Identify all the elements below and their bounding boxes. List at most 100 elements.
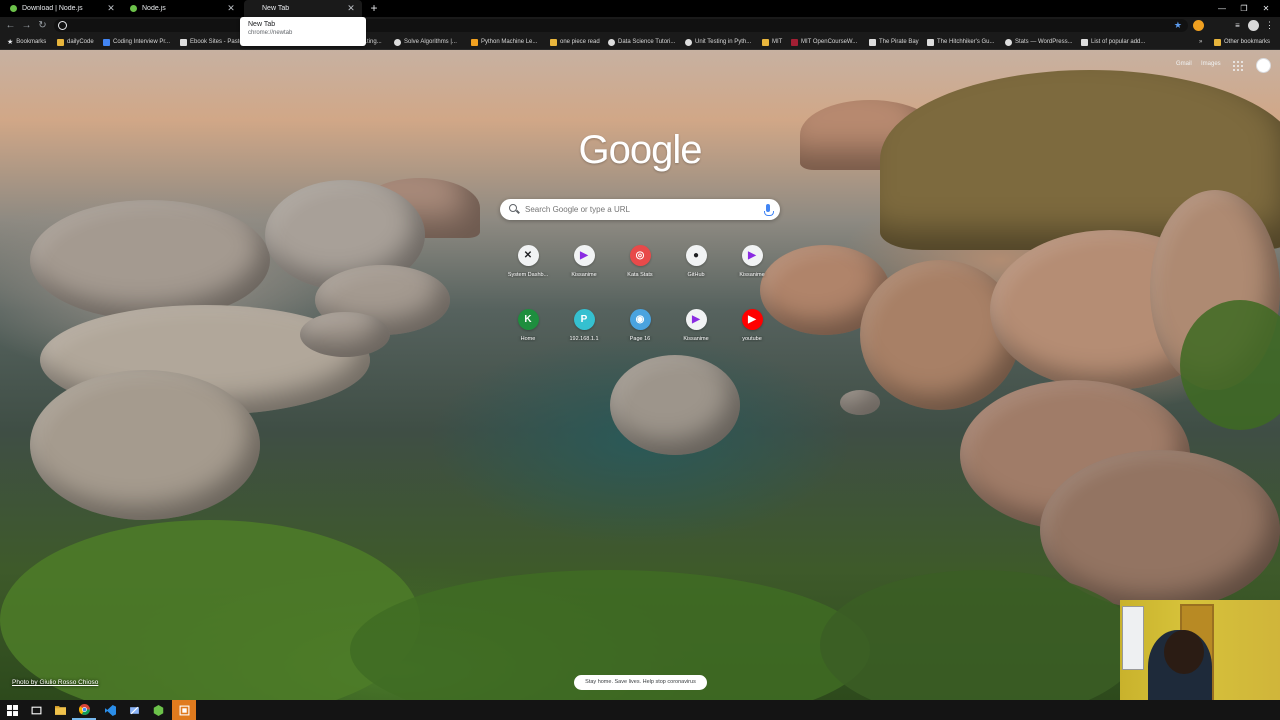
- youtube-icon: ▶: [741, 309, 763, 330]
- folder-icon: [762, 38, 769, 46]
- shortcut-tile[interactable]: ▶ Kissanime: [668, 304, 724, 362]
- address-bar[interactable]: ★: [54, 19, 1188, 32]
- close-icon[interactable]: ✕: [346, 3, 356, 14]
- window-close-button[interactable]: ✕: [1255, 0, 1277, 17]
- globe-icon: [608, 38, 615, 46]
- taskbar-snipping-tool[interactable]: [122, 700, 146, 720]
- globe-icon: [1005, 38, 1012, 46]
- google-apps-icon[interactable]: [1233, 61, 1243, 71]
- bookmark-item[interactable]: Stats — WordPress...: [1005, 34, 1077, 49]
- profile-avatar[interactable]: [1248, 20, 1259, 31]
- bookmark-item[interactable]: Ebook Sites - Paste: [180, 34, 244, 49]
- reload-button[interactable]: ↻: [36, 19, 49, 32]
- taskbar-vscode[interactable]: [98, 700, 122, 720]
- shortcut-label: GitHub: [687, 272, 705, 278]
- promo-message[interactable]: Stay home. Save lives. Help stop coronav…: [574, 675, 707, 690]
- menu-icon[interactable]: ⋮: [1264, 20, 1275, 31]
- new-tab-button[interactable]: +: [368, 2, 380, 14]
- search-input[interactable]: [525, 199, 755, 220]
- bookmark-item[interactable]: one piece read: [550, 34, 604, 49]
- bookmark-star-icon[interactable]: ★: [1174, 19, 1182, 32]
- taskbar-file-explorer[interactable]: [48, 700, 72, 720]
- shortcut-tile[interactable]: ◉ Page 16: [612, 304, 668, 362]
- taskbar-nodejs[interactable]: [146, 700, 170, 720]
- new-tab-page: Gmail Images Google ✕ System Dashb... ▶ …: [0, 50, 1280, 700]
- globe-icon: [394, 38, 401, 46]
- close-icon[interactable]: ✕: [226, 3, 236, 14]
- extension-icon[interactable]: [1193, 20, 1204, 31]
- tab-strip: Download | Node.js ✕ Node.js ✕ New Tab ✕…: [0, 0, 1280, 17]
- folder-icon: [54, 705, 66, 715]
- page-icon: [869, 38, 876, 46]
- search-box[interactable]: [500, 199, 780, 220]
- bookmark-item[interactable]: List of popular add...: [1081, 34, 1149, 49]
- bookmark-item[interactable]: The Pirate Bay: [869, 34, 923, 49]
- play-icon: ▶: [685, 309, 707, 330]
- play-icon: ▶: [573, 245, 595, 266]
- star-icon: ★: [7, 39, 14, 46]
- play-icon: ▶: [741, 245, 763, 266]
- folder-icon: [1214, 38, 1221, 46]
- shortcut-label: Page 16: [629, 336, 651, 342]
- shortcut-label: System Dashb...: [507, 272, 549, 278]
- shortcut-tile[interactable]: ✕ System Dashb...: [500, 240, 556, 298]
- account-avatar[interactable]: [1256, 58, 1271, 73]
- nodejs-icon: [130, 5, 137, 12]
- windows-taskbar: [0, 700, 1280, 720]
- page-icon: [927, 38, 934, 46]
- taskbar-chrome[interactable]: [72, 700, 96, 720]
- shortcut-tile[interactable]: ◎ Kata Stats: [612, 240, 668, 298]
- globe-icon: [685, 38, 692, 46]
- shortcut-tile[interactable]: ▶ Kissanime: [724, 240, 780, 298]
- images-link[interactable]: Images: [1201, 61, 1221, 67]
- forward-button[interactable]: →: [20, 19, 33, 32]
- bookmark-item[interactable]: The Hitchhiker's Gu...: [927, 34, 999, 49]
- start-button[interactable]: [0, 700, 24, 720]
- bookmark-item[interactable]: Unit Testing in Pyth...: [685, 34, 755, 49]
- bookmark-item[interactable]: MIT OpenCourseW...: [791, 34, 863, 49]
- task-view-icon: [31, 706, 41, 714]
- browser-toolbar: ← → ↻ ★ ≡ ⋮: [0, 17, 1280, 34]
- hover-card-url: chrome://newtab: [248, 30, 293, 36]
- shortcut-tile[interactable]: P 192.168.1.1: [556, 304, 612, 362]
- router-icon: P: [573, 309, 595, 330]
- shortcut-tile[interactable]: ● GitHub: [668, 240, 724, 298]
- microphone-icon[interactable]: [764, 204, 774, 216]
- shortcut-tile[interactable]: ▶ youtube: [724, 304, 780, 362]
- nodejs-icon: [10, 5, 17, 12]
- bookmark-item[interactable]: Python Machine Le...: [471, 34, 547, 49]
- cast-icon[interactable]: ≡: [1232, 20, 1243, 31]
- folder-icon: [550, 38, 557, 46]
- bookmarks-overflow-button[interactable]: »: [1199, 34, 1207, 49]
- bookmark-item[interactable]: Data Science Tutori...: [608, 34, 680, 49]
- other-bookmarks-folder[interactable]: Other bookmarks: [1214, 34, 1276, 49]
- shortcut-label: Kissanime: [571, 272, 597, 278]
- shortcut-tile[interactable]: ▶ Kissanime: [556, 240, 612, 298]
- close-icon[interactable]: ✕: [106, 3, 116, 14]
- bookmarks-bar: ★ Bookmarks dailyCode Coding Interview Pr…: [0, 34, 1280, 50]
- bookmark-item[interactable]: ★ Bookmarks: [7, 34, 46, 49]
- page-icon: [180, 38, 187, 46]
- page-icon: [103, 38, 110, 46]
- shortcut-tile[interactable]: K Home: [500, 304, 556, 362]
- restore-button[interactable]: ❐: [1233, 0, 1255, 17]
- tab-download-nodejs[interactable]: Download | Node.js ✕: [4, 0, 122, 17]
- task-view-button[interactable]: [24, 700, 48, 720]
- tab-nodejs[interactable]: Node.js ✕: [124, 0, 242, 17]
- shortcut-label: Kata Stats: [627, 272, 653, 278]
- back-button[interactable]: ←: [4, 19, 17, 32]
- search-icon: [509, 204, 517, 212]
- minimize-button[interactable]: —: [1211, 0, 1233, 17]
- shortcut-label: 192.168.1.1: [569, 336, 599, 342]
- tab-title: Node.js: [142, 5, 166, 12]
- photo-attribution-link[interactable]: Photo by Giulio Rosso Chioso: [12, 679, 98, 686]
- bookmark-item[interactable]: dailyCode: [57, 34, 94, 49]
- address-input[interactable]: [70, 19, 1160, 32]
- taskbar-recording-app[interactable]: [172, 700, 196, 720]
- folder-icon: [57, 38, 64, 46]
- bookmark-item[interactable]: Solve Algorithms |...: [394, 34, 464, 49]
- gmail-link[interactable]: Gmail: [1176, 61, 1192, 67]
- bookmark-item[interactable]: Coding Interview Pr...: [103, 34, 177, 49]
- bookmark-item[interactable]: MIT: [762, 34, 788, 49]
- tab-new-tab[interactable]: New Tab ✕: [244, 0, 362, 17]
